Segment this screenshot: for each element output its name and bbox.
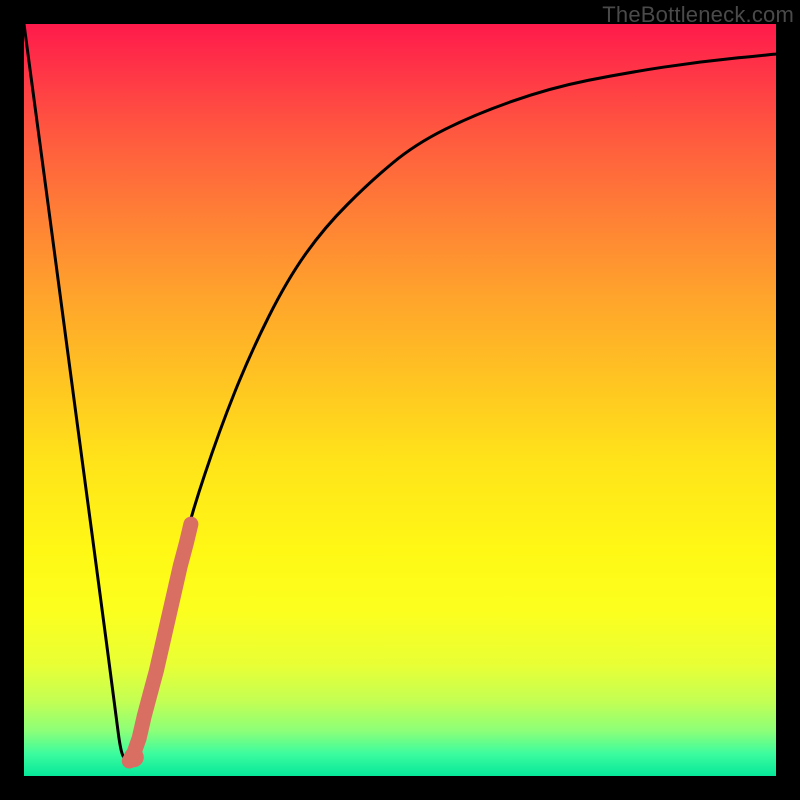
highlight-stroke xyxy=(129,524,191,761)
highlight-knob xyxy=(124,747,144,767)
chart-frame: TheBottleneck.com xyxy=(0,0,800,800)
watermark-text: TheBottleneck.com xyxy=(602,2,794,28)
bottleneck-curve xyxy=(24,24,776,758)
curve-svg xyxy=(24,24,776,776)
plot-area xyxy=(24,24,776,776)
highlight-dots xyxy=(124,524,191,767)
